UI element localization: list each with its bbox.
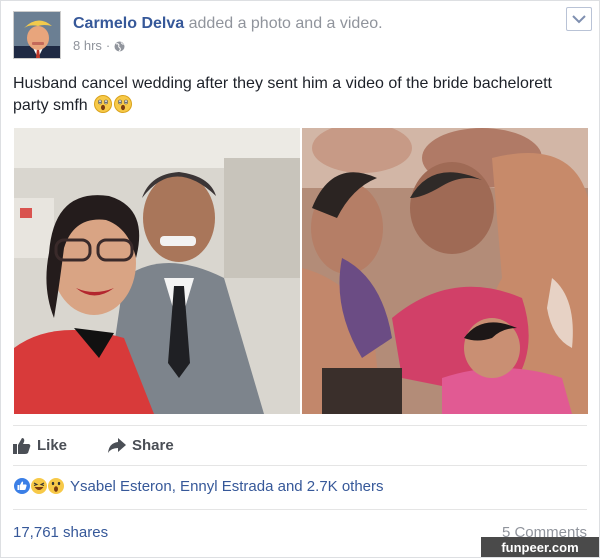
- post-menu-button[interactable]: [566, 7, 592, 31]
- surprised-emoji-icon: [114, 95, 133, 113]
- post-photo[interactable]: [14, 128, 300, 414]
- meta-separator: ·: [105, 38, 111, 53]
- chevron-down-icon: [572, 14, 586, 23]
- author-name[interactable]: Carmelo Delva: [73, 15, 184, 32]
- post-text: Husband cancel wedding after they sent h…: [13, 73, 587, 117]
- surprised-emoji-icon: [94, 95, 113, 113]
- post-time[interactable]: 8 hrs: [73, 38, 102, 53]
- post-header: Carmelo Delva added a photo and a video.: [73, 15, 383, 33]
- reaction-icons: [13, 477, 65, 495]
- like-reaction-icon: [13, 477, 31, 495]
- wow-reaction-icon: [47, 477, 65, 495]
- divider: [13, 509, 587, 510]
- avatar[interactable]: [13, 11, 61, 59]
- watermark: funpeer.com: [481, 537, 599, 557]
- post-action-text: added a photo and a video.: [188, 15, 383, 32]
- haha-reaction-icon: [30, 477, 48, 495]
- post-meta: 8 hrs ·: [73, 38, 125, 53]
- divider: [13, 425, 587, 426]
- shares-count[interactable]: 17,761 shares: [13, 524, 108, 541]
- share-button[interactable]: Share: [108, 437, 174, 454]
- like-button[interactable]: Like: [13, 437, 67, 454]
- post-card: Carmelo Delva added a photo and a video.…: [0, 0, 600, 558]
- post-video[interactable]: [302, 128, 588, 414]
- like-label: Like: [37, 437, 68, 454]
- share-arrow-icon: [108, 438, 126, 453]
- globe-icon[interactable]: [114, 40, 125, 52]
- share-label: Share: [132, 437, 174, 454]
- reactions-summary[interactable]: Ysabel Esteron, Ennyl Estrada and 2.7K o…: [13, 477, 384, 495]
- divider: [13, 465, 587, 466]
- thumbs-up-icon: [13, 437, 31, 454]
- reaction-names[interactable]: Ysabel Esteron, Ennyl Estrada and 2.7K o…: [70, 478, 384, 495]
